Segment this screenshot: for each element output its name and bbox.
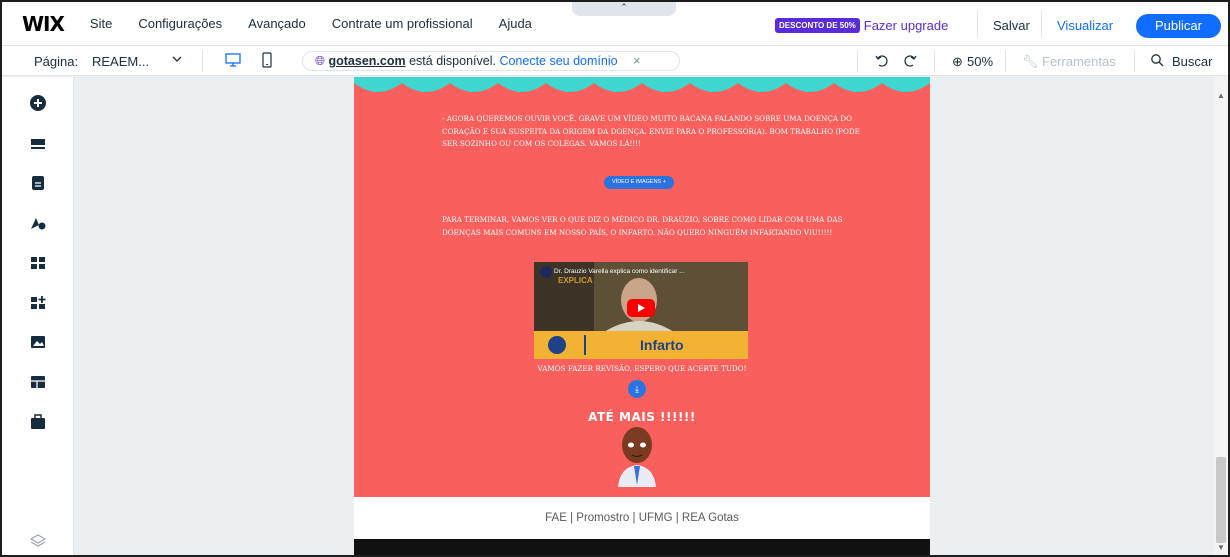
- zoom-icon[interactable]: ⊕: [952, 54, 963, 70]
- top-bar: WIX Site Configurações Avançado Contrate…: [2, 2, 1228, 46]
- redo-icon[interactable]: [902, 52, 918, 71]
- add-apps-icon[interactable]: [29, 294, 47, 312]
- menu-settings[interactable]: Configurações: [138, 16, 222, 31]
- video-title: Dr. Drauzio Varella explica como identif…: [554, 268, 685, 275]
- zoom-level[interactable]: 50%: [967, 54, 993, 69]
- domain-bar: 🌐︎ gotasen.com está disponível. Conecte …: [302, 51, 680, 71]
- video-band-title: Infarto: [640, 337, 684, 353]
- divider: [584, 335, 586, 355]
- goodbye-heading[interactable]: ATÉ MAIS !!!!!!: [354, 410, 930, 424]
- chevron-down-icon[interactable]: [172, 52, 182, 67]
- close-icon[interactable]: ×: [633, 54, 640, 68]
- download-icon[interactable]: ⤓: [628, 380, 646, 398]
- youtube-video[interactable]: Dr. Drauzio Varella explica como identif…: [534, 262, 748, 359]
- theme-icon[interactable]: [29, 214, 47, 232]
- menu-site[interactable]: Site: [90, 16, 112, 31]
- brand-icon: [548, 336, 566, 354]
- menu-help[interactable]: Ajuda: [499, 16, 532, 31]
- mobile-icon[interactable]: [258, 51, 276, 69]
- play-icon[interactable]: [627, 299, 655, 317]
- wrench-icon: 🔧︎: [1022, 54, 1039, 69]
- canvas-scrollbar[interactable]: ▲ ▼: [1214, 77, 1228, 555]
- wix-logo[interactable]: WIX: [22, 12, 65, 36]
- cartoon-character-image[interactable]: [612, 425, 662, 487]
- upgrade-link[interactable]: Fazer upgrade: [864, 18, 949, 33]
- divider: [1134, 50, 1135, 72]
- page-selector[interactable]: REAEM...: [92, 54, 149, 69]
- divider: [857, 50, 858, 72]
- search-button[interactable]: Buscar: [1172, 54, 1212, 69]
- divider: [202, 50, 203, 72]
- save-button[interactable]: Salvar: [993, 18, 1030, 33]
- preview-button[interactable]: Visualizar: [1057, 18, 1113, 33]
- page-footer[interactable]: FAE | Promostro | UFMG | REA Gotas: [354, 497, 930, 539]
- search-icon[interactable]: [1150, 53, 1164, 70]
- review-text[interactable]: VAMOS FAZER REVISÃO, ESPERO QUE ACERTE T…: [354, 364, 930, 373]
- media-icon[interactable]: [29, 333, 47, 351]
- menus-icon[interactable]: [29, 135, 47, 153]
- divider: [1005, 50, 1006, 72]
- paragraph-assignment[interactable]: - AGORA QUEREMOS OUVIR VOCÊ. GRAVE UM VÍ…: [442, 113, 862, 151]
- portfolio-icon[interactable]: [29, 373, 47, 391]
- scroll-up-icon[interactable]: ▲: [1217, 91, 1225, 100]
- site-page[interactable]: - AGORA QUEREMOS OUVIR VOCÊ. GRAVE UM VÍ…: [354, 77, 930, 555]
- editor-toolbar: Página: REAEM... 🌐︎ gotasen.com está dis…: [2, 46, 1228, 76]
- video-caption-band: Infarto: [534, 331, 748, 359]
- channel-avatar: [540, 266, 552, 278]
- paragraph-video-intro[interactable]: PARA TERMINAR, VAMOS VER O QUE DIZ O MÉD…: [442, 214, 862, 239]
- tools-button[interactable]: Ferramentas: [1042, 54, 1116, 69]
- page-label: Página:: [34, 54, 79, 69]
- wave-decoration: [354, 77, 930, 92]
- globe-icon: 🌐︎: [315, 54, 326, 68]
- undo-icon[interactable]: [874, 52, 890, 71]
- add-icon[interactable]: [29, 94, 47, 112]
- domain-message: está disponível.: [409, 54, 496, 68]
- business-icon[interactable]: [29, 413, 47, 431]
- divider: [977, 10, 978, 38]
- divider: [934, 50, 935, 72]
- discount-badge: DESCONTO DE 50%: [775, 18, 860, 33]
- publish-button[interactable]: Publicar: [1136, 14, 1221, 38]
- upgrade-group: DESCONTO DE 50% Fazer upgrade: [775, 18, 948, 33]
- menu-advanced[interactable]: Avançado: [248, 16, 306, 31]
- connect-domain-link[interactable]: Conecte seu domínio: [499, 54, 617, 68]
- wix-editor: WIX Site Configurações Avançado Contrate…: [0, 0, 1230, 557]
- footer-strip: [354, 539, 930, 555]
- collapse-topbar-button[interactable]: ⌃: [572, 2, 676, 16]
- pages-icon[interactable]: [29, 174, 47, 192]
- apps-icon[interactable]: [29, 254, 47, 272]
- video-overlay-text: EXPLICA: [558, 276, 593, 285]
- desktop-icon[interactable]: [224, 51, 242, 69]
- scroll-down-icon[interactable]: ▼: [1217, 543, 1225, 552]
- domain-name[interactable]: gotasen.com: [329, 54, 406, 68]
- menu-hire-pro[interactable]: Contrate um profissional: [332, 16, 473, 31]
- layers-icon[interactable]: [29, 532, 47, 550]
- media-button[interactable]: VÍDEO E IMAGENS +: [604, 176, 674, 189]
- scrollbar-thumb[interactable]: [1216, 457, 1226, 543]
- editor-canvas[interactable]: - AGORA QUEREMOS OUVIR VOCÊ. GRAVE UM VÍ…: [74, 77, 1214, 555]
- divider: [1041, 10, 1042, 38]
- left-sidebar: [2, 77, 74, 555]
